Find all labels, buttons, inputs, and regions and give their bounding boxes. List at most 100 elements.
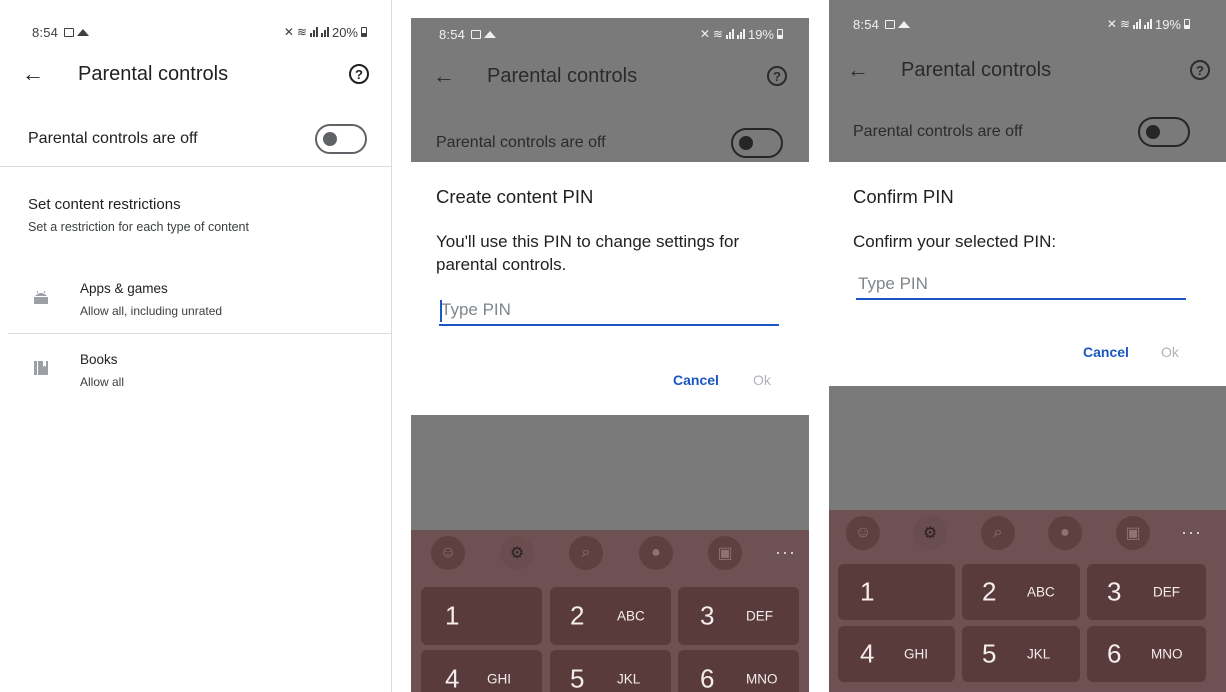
settings-gear-icon[interactable]: ⚙ xyxy=(500,536,534,570)
keyboard: ☺ ⚙ ⌕ ● ▣ ··· 1 2 ABC 3 DEF 4 GHI 5 JKL … xyxy=(411,530,809,692)
battery-percent: 20% xyxy=(331,24,358,40)
back-arrow-icon[interactable]: ← xyxy=(22,63,44,85)
pin-input[interactable] xyxy=(439,296,779,326)
key-letters: DEF xyxy=(1153,584,1180,600)
key-letters: GHI xyxy=(904,646,929,662)
key-letters: MNO xyxy=(746,671,778,687)
pin-input[interactable] xyxy=(856,270,1186,300)
key-6[interactable]: 6 MNO xyxy=(678,650,799,692)
key-1[interactable]: 1 xyxy=(838,564,955,620)
status-time: 8:54 xyxy=(439,26,466,42)
battery-percent: 19% xyxy=(747,26,774,42)
battery-icon xyxy=(361,27,367,37)
create-pin-dialog: Create content PIN You'll use this PIN t… xyxy=(411,162,809,415)
cancel-button[interactable]: Cancel xyxy=(1083,344,1129,360)
signal-icon xyxy=(1132,19,1141,29)
key-letters: DEF xyxy=(746,608,773,624)
clipboard-icon[interactable]: ▣ xyxy=(1116,516,1150,550)
app-bar: ← Parental controls ? xyxy=(829,48,1226,92)
dimmed-background: 8:54 ✕ ≋ 19% ← Parental controls ? Paren… xyxy=(411,18,809,162)
page-title: Parental controls xyxy=(78,62,229,85)
emoji-icon[interactable]: ☺ xyxy=(431,536,465,570)
app-bar: ← Parental controls ? xyxy=(411,54,809,98)
parental-controls-toggle-row: Parental controls are off xyxy=(829,105,1226,159)
status-bar: 8:54 ✕ ≋ 19% xyxy=(411,20,809,48)
cloud-icon xyxy=(77,28,90,36)
microphone-icon[interactable]: ● xyxy=(1048,516,1082,550)
dialog-title: Create content PIN xyxy=(436,186,594,207)
dimmed-background xyxy=(829,386,1226,510)
key-number: 4 xyxy=(860,638,875,669)
key-number: 2 xyxy=(570,600,585,631)
back-arrow-icon: ← xyxy=(847,57,869,82)
key-letters: ABC xyxy=(617,608,645,624)
dialog-body: Confirm your selected PIN: xyxy=(853,232,1057,251)
key-2[interactable]: 2 ABC xyxy=(962,564,1080,620)
signal-icon xyxy=(309,27,318,37)
status-bar: 8:54 ✕ ≋ 19% xyxy=(829,10,1226,38)
back-arrow-icon: ← xyxy=(433,63,455,88)
battery-icon xyxy=(1184,19,1190,29)
toggle-label: Parental controls are off xyxy=(436,134,606,151)
key-1[interactable]: 1 xyxy=(421,587,542,645)
wifi-icon: ≋ xyxy=(296,25,307,39)
parental-controls-switch xyxy=(1138,117,1190,147)
key-number: 6 xyxy=(1107,638,1122,669)
page-title: Parental controls xyxy=(487,64,638,87)
divider xyxy=(8,333,391,334)
key-6[interactable]: 6 MNO xyxy=(1087,626,1206,682)
dialog-body: You'll use this PIN to change settings f… xyxy=(436,232,740,274)
settings-gear-icon[interactable]: ⚙ xyxy=(913,516,947,550)
status-time: 8:54 xyxy=(32,24,59,40)
key-3[interactable]: 3 DEF xyxy=(1087,564,1206,620)
key-4[interactable]: 4 GHI xyxy=(838,626,955,682)
confirm-pin-dialog: Confirm PIN Confirm your selected PIN: C… xyxy=(829,162,1226,386)
signal-icon xyxy=(725,29,734,39)
switch-knob xyxy=(1146,125,1160,139)
mute-icon: ✕ xyxy=(699,27,710,41)
microphone-icon[interactable]: ● xyxy=(639,536,673,570)
search-icon[interactable]: ⌕ xyxy=(981,516,1015,550)
toggle-label: Parental controls are off xyxy=(28,130,198,147)
cloud-icon xyxy=(898,20,911,28)
signal-icon-2 xyxy=(320,27,329,37)
help-icon[interactable]: ? xyxy=(349,64,369,84)
status-bar: 8:54 ✕ ≋ 20% xyxy=(0,18,391,46)
section-subtitle: Set a restriction for each type of conte… xyxy=(28,220,249,234)
item-title: Apps & games xyxy=(80,281,168,296)
key-5[interactable]: 5 JKL xyxy=(962,626,1080,682)
mute-icon: ✕ xyxy=(1106,17,1117,31)
key-number: 2 xyxy=(982,576,997,607)
emoji-icon[interactable]: ☺ xyxy=(846,516,880,550)
key-2[interactable]: 2 ABC xyxy=(550,587,671,645)
dimmed-background xyxy=(411,415,809,530)
key-number: 6 xyxy=(700,663,715,692)
toggle-label: Parental controls are off xyxy=(853,123,1023,140)
more-options-icon[interactable]: ··· xyxy=(775,542,796,563)
help-icon: ? xyxy=(767,66,787,86)
switch-knob xyxy=(739,136,753,150)
parental-controls-switch xyxy=(731,128,783,158)
key-number: 3 xyxy=(1107,576,1122,607)
ok-button[interactable]: Ok xyxy=(1161,344,1179,360)
dialog-title: Confirm PIN xyxy=(853,186,954,207)
divider xyxy=(0,166,391,167)
key-4[interactable]: 4 GHI xyxy=(421,650,542,692)
ok-button[interactable]: Ok xyxy=(753,372,771,388)
item-title: Books xyxy=(80,352,118,367)
key-number: 1 xyxy=(445,600,460,631)
more-options-icon[interactable]: ··· xyxy=(1181,522,1202,543)
clipboard-icon[interactable]: ▣ xyxy=(708,536,742,570)
search-icon[interactable]: ⌕ xyxy=(569,536,603,570)
confirm-pin-screen: 8:54 ✕ ≋ 19% ← Parental controls ? Paren… xyxy=(829,0,1226,692)
app-bar: ← Parental controls ? xyxy=(0,52,391,96)
parental-controls-toggle-row[interactable]: Parental controls are off xyxy=(0,112,391,166)
key-5[interactable]: 5 JKL xyxy=(550,650,671,692)
key-3[interactable]: 3 DEF xyxy=(678,587,799,645)
key-letters: JKL xyxy=(1027,646,1051,662)
key-letters: MNO xyxy=(1151,646,1183,662)
key-number: 3 xyxy=(700,600,715,631)
parental-controls-switch[interactable] xyxy=(315,124,367,154)
key-number: 1 xyxy=(860,576,875,607)
cancel-button[interactable]: Cancel xyxy=(673,372,719,388)
